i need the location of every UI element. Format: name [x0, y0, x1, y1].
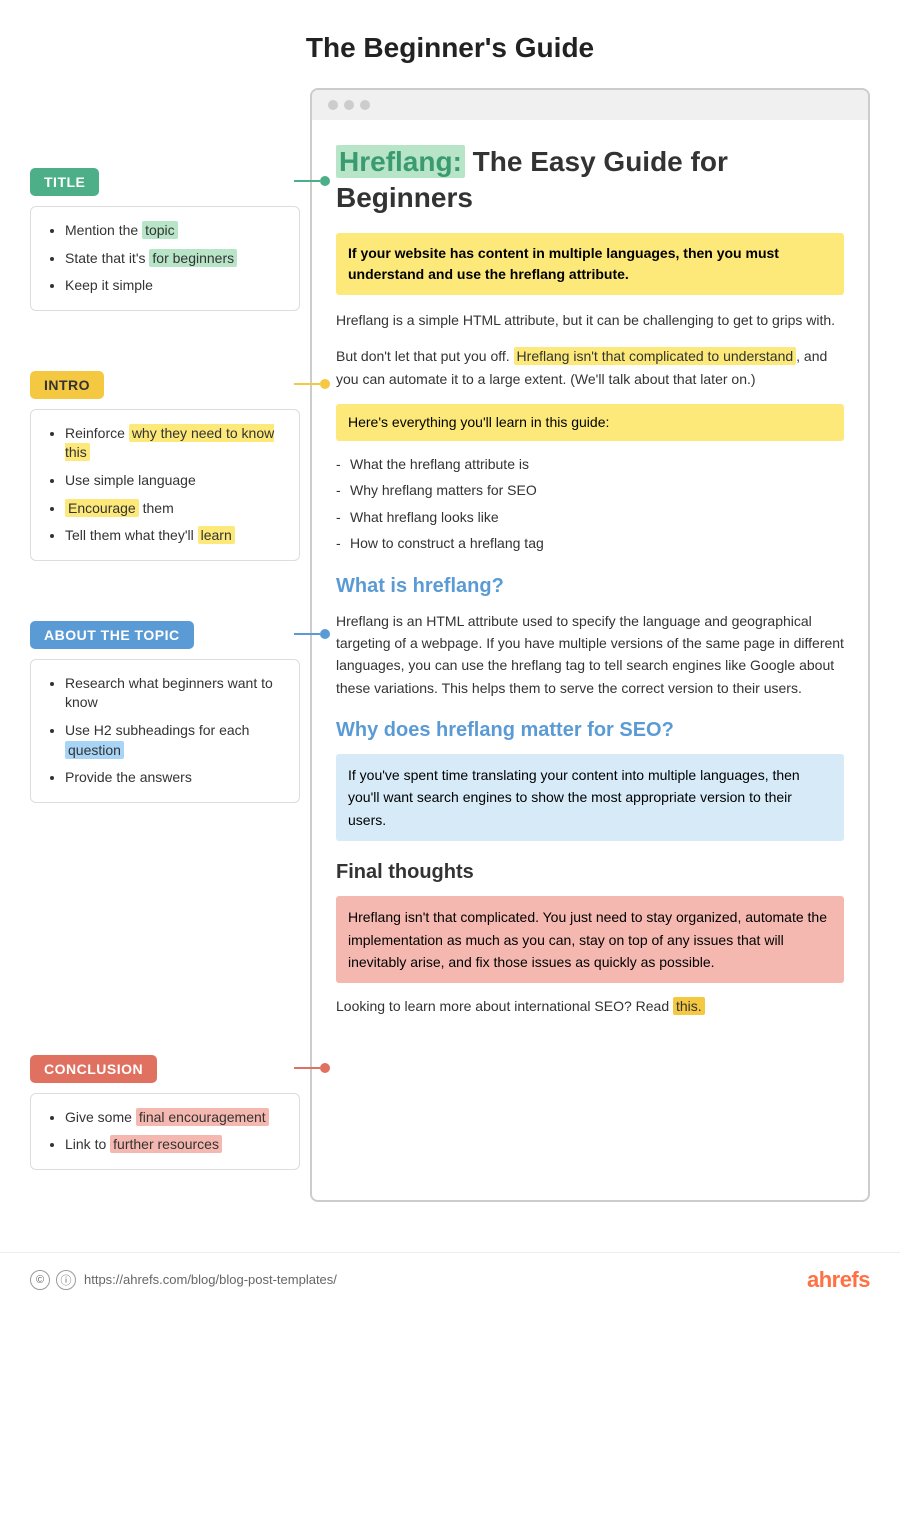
list-intro: Here's everything you'll learn in this g…: [336, 404, 844, 441]
browser-dot-1: [328, 100, 338, 110]
intro-highlight-box: If your website has content in multiple …: [336, 233, 844, 295]
article-bullets: What the hreflang attribute is Why hrefl…: [336, 453, 844, 555]
title-section: TITLE Mention the topic State that it's …: [30, 168, 300, 311]
intro-section: INTRO Reinforce why they need to know th…: [30, 371, 300, 561]
highlight-learn: learn: [198, 526, 235, 544]
highlight-encourage: Encourage: [65, 499, 139, 517]
title-hreflang: Hreflang:: [336, 145, 465, 178]
title-section-label: TITLE: [30, 168, 99, 196]
list-item: Link to further resources: [65, 1135, 283, 1155]
browser-content: Hreflang: The Easy Guide for Beginners I…: [312, 120, 868, 1064]
connector-conclusion: [294, 1063, 330, 1073]
page-title: The Beginner's Guide: [0, 0, 900, 88]
connector-title: [294, 176, 330, 186]
list-item: Mention the topic: [65, 221, 283, 241]
highlight-further-resources: further resources: [110, 1135, 222, 1153]
h3-final-thoughts: Final thoughts: [336, 861, 844, 884]
cc-icon: ©: [30, 1270, 50, 1290]
footer-pre: Looking to learn more about internationa…: [336, 998, 673, 1014]
body-paragraph-1: Hreflang is a simple HTML attribute, but…: [336, 309, 844, 331]
h2-why-hreflang: Why does hreflang matter for SEO?: [336, 719, 844, 742]
conclusion-section-label: CONCLUSION: [30, 1055, 157, 1083]
intro-section-label: INTRO: [30, 371, 104, 399]
conclusion-highlight: Hreflang isn't that complicated. You jus…: [336, 896, 844, 983]
left-panel: TITLE Mention the topic State that it's …: [30, 88, 310, 1202]
title-section-card: Mention the topic State that it's for be…: [30, 206, 300, 311]
footer-logo: ahrefs: [807, 1267, 870, 1293]
bullet-1: What the hreflang attribute is: [336, 453, 844, 475]
list-item: State that it's for beginners: [65, 249, 283, 269]
footer-article-text: Looking to learn more about internationa…: [336, 995, 844, 1017]
page-footer: © ⓘ https://ahrefs.com/blog/blog-post-te…: [0, 1252, 900, 1307]
article-title: Hreflang: The Easy Guide for Beginners: [336, 144, 844, 217]
connector-intro: [294, 379, 330, 389]
highlight-final-encouragement: final encouragement: [136, 1108, 269, 1126]
highlight-beginners: for beginners: [149, 249, 237, 267]
body-paragraph-2: But don't let that put you off. Hreflang…: [336, 345, 844, 390]
browser-panel: Hreflang: The Easy Guide for Beginners I…: [310, 88, 870, 1202]
browser-dot-3: [360, 100, 370, 110]
list-item: Research what beginners want to know: [65, 674, 283, 713]
info-icon: ⓘ: [56, 1270, 76, 1290]
highlight-need-to-know: why they need to know this: [65, 424, 274, 462]
bullet-3: What hreflang looks like: [336, 506, 844, 528]
h2-what-is-hreflang: What is hreflang?: [336, 575, 844, 598]
footer-link[interactable]: this.: [673, 997, 705, 1015]
about-section: ABOUT THE TOPIC Research what beginners …: [30, 621, 300, 803]
browser-dot-2: [344, 100, 354, 110]
h2-2-body: If you've spent time translating your co…: [336, 754, 844, 841]
bullet-4: How to construct a hreflang tag: [336, 532, 844, 554]
about-section-card: Research what beginners want to know Use…: [30, 659, 300, 803]
connector-about: [294, 629, 330, 639]
body2-pre: But don't let that put you off.: [336, 348, 514, 364]
highlight-question: question: [65, 741, 124, 759]
list-item: Use simple language: [65, 471, 283, 491]
highlight-topic: topic: [142, 221, 178, 239]
intro-section-card: Reinforce why they need to know this Use…: [30, 409, 300, 561]
list-item: Keep it simple: [65, 276, 283, 296]
bullet-2: Why hreflang matters for SEO: [336, 479, 844, 501]
list-item: Use H2 subheadings for each question: [65, 721, 283, 760]
conclusion-section: CONCLUSION Give some final encouragement…: [30, 1055, 300, 1170]
footer-left: © ⓘ https://ahrefs.com/blog/blog-post-te…: [30, 1270, 337, 1290]
h2-1-body: Hreflang is an HTML attribute used to sp…: [336, 610, 844, 700]
list-item: Encourage them: [65, 499, 283, 519]
body2-highlight: Hreflang isn't that complicated to under…: [514, 347, 797, 365]
footer-icons: © ⓘ: [30, 1270, 76, 1290]
list-item: Provide the answers: [65, 768, 283, 788]
footer-url[interactable]: https://ahrefs.com/blog/blog-post-templa…: [84, 1272, 337, 1287]
list-item: Give some final encouragement: [65, 1108, 283, 1128]
list-item: Tell them what they'll learn: [65, 526, 283, 546]
about-section-label: ABOUT THE TOPIC: [30, 621, 194, 649]
browser-bar: [312, 90, 868, 120]
list-item: Reinforce why they need to know this: [65, 424, 283, 463]
conclusion-section-card: Give some final encouragement Link to fu…: [30, 1093, 300, 1170]
